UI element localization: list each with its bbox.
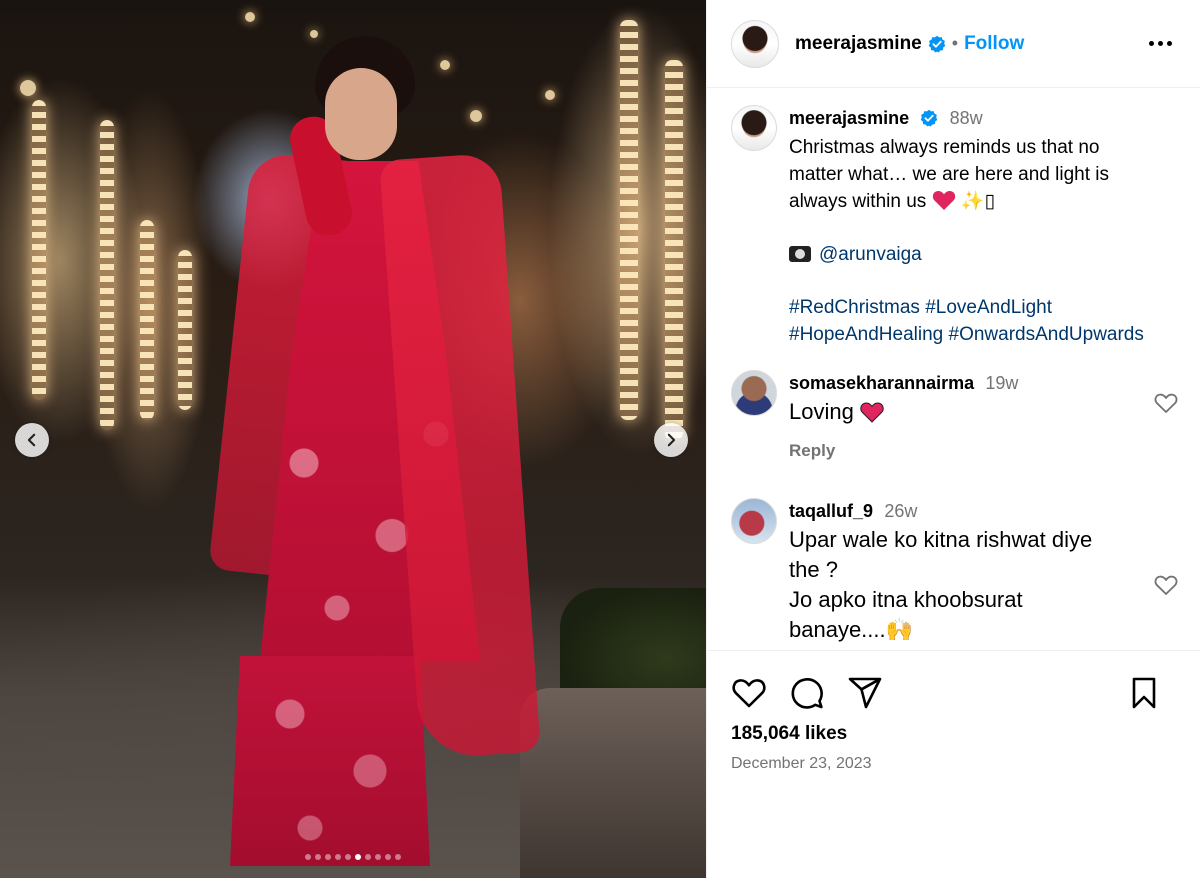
red-heart-emoji — [932, 190, 955, 210]
comment-button[interactable] — [789, 675, 825, 711]
commenter-avatar[interactable] — [731, 370, 777, 416]
more-icon-dot — [1157, 41, 1163, 46]
author-avatar[interactable] — [731, 19, 779, 68]
light-strand — [100, 120, 114, 430]
author-avatar[interactable] — [731, 105, 777, 151]
sparkles-emoji: ✨ — [960, 191, 985, 212]
comment-text: Loving — [789, 397, 1176, 427]
unsupported-glyph: ▯ — [984, 191, 995, 212]
light-strand — [665, 60, 683, 440]
carousel-dot — [355, 854, 361, 860]
chevron-left-icon — [27, 433, 36, 447]
comment-timestamp: 26w — [884, 501, 918, 521]
bokeh-light — [20, 80, 36, 96]
heart-icon[interactable] — [1154, 574, 1178, 596]
light-strand — [140, 220, 154, 420]
post-header: meerajasmine • Follow — [707, 0, 1200, 88]
caption-line: Christmas always reminds us that no — [789, 137, 1100, 158]
comment-line: the ? — [789, 557, 838, 582]
carousel-dot — [375, 854, 381, 860]
face — [325, 68, 397, 160]
woman-in-red-dress — [208, 36, 541, 866]
carousel-dot — [305, 854, 311, 860]
bokeh-light — [245, 12, 255, 22]
verified-badge-icon — [928, 35, 946, 52]
red-heart-emoji — [860, 402, 884, 423]
action-bar — [731, 651, 1176, 729]
more-icon-dot — [1166, 41, 1172, 46]
post-image[interactable] — [0, 0, 706, 878]
heart-icon — [732, 679, 766, 708]
carousel-dot — [325, 854, 331, 860]
verified-badge-icon — [921, 109, 938, 127]
carousel-dot — [345, 854, 351, 860]
light-strand — [620, 20, 638, 420]
caption-entry: meerajasmine 88w Christmas always remind… — [707, 89, 1200, 348]
comment-text-content: Loving — [789, 399, 854, 424]
more-icon — [1148, 41, 1154, 46]
carousel-indicator — [0, 854, 706, 860]
share-button[interactable] — [847, 675, 883, 711]
chevron-right-icon — [667, 433, 676, 447]
comment-line: Jo apko itna khoobsurat — [789, 587, 1023, 612]
caption-text: Christmas always reminds us that no matt… — [789, 134, 1176, 348]
comment-line: Upar wale ko kitna rishwat diye — [789, 527, 1093, 552]
commenter-avatar[interactable] — [731, 498, 777, 544]
author-username[interactable]: meerajasmine — [795, 33, 922, 55]
light-strand — [178, 250, 192, 410]
carousel-dot — [385, 854, 391, 860]
bookmark-icon — [1132, 677, 1156, 709]
photo-credit: @arunvaiga — [789, 241, 1176, 268]
commenter-username[interactable]: somasekharannairma — [789, 373, 974, 393]
post-actions: 185,064 likes December 23, 2023 — [707, 650, 1200, 773]
likes-count[interactable]: 185,064 likes — [731, 723, 1176, 745]
comment-icon — [791, 678, 823, 709]
comment-item: somasekharannairma 19w Loving Reply — [707, 348, 1200, 464]
caption-line-text: always within us — [789, 191, 927, 212]
share-icon — [848, 677, 882, 709]
comment-text: Upar wale ko kitna rishwat diye the ? Jo… — [789, 525, 1176, 645]
previous-slide-button[interactable] — [15, 423, 49, 457]
hashtags-line[interactable]: #RedChristmas #LoveAndLight — [789, 294, 1176, 321]
curb — [520, 688, 706, 878]
bokeh-light — [545, 90, 555, 100]
post-details-panel: meerajasmine • Follow meerajasmine 88w C… — [706, 0, 1200, 878]
reply-button[interactable]: Reply — [789, 437, 1176, 464]
comments-section[interactable]: meerajasmine 88w Christmas always remind… — [707, 89, 1200, 649]
carousel-dot — [315, 854, 321, 860]
follow-button[interactable]: Follow — [964, 33, 1024, 55]
caption-timestamp[interactable]: 88w — [950, 108, 983, 128]
next-slide-button[interactable] — [654, 423, 688, 457]
carousel-dot — [335, 854, 341, 860]
commenter-username[interactable]: taqalluf_9 — [789, 501, 873, 521]
comment-line-text: banaye.... — [789, 617, 886, 642]
comment-timestamp: 19w — [985, 373, 1019, 393]
comment-line: banaye....🙌 — [789, 615, 1176, 645]
hashtags-line[interactable]: #HopeAndHealing #OnwardsAndUpwards — [789, 321, 1176, 348]
light-strand — [32, 100, 46, 400]
camera-icon — [789, 246, 811, 262]
caption-username[interactable]: meerajasmine — [789, 108, 909, 128]
caption-line: always within us ✨▯ — [789, 188, 1176, 215]
post-date[interactable]: December 23, 2023 — [731, 755, 1176, 773]
save-button[interactable] — [1126, 675, 1162, 711]
separator-dot: • — [951, 33, 959, 53]
floral-print — [230, 676, 430, 866]
carousel-dot — [365, 854, 371, 860]
carousel-dot — [395, 854, 401, 860]
comment-item: taqalluf_9 26w Upar wale ko kitna rishwa… — [707, 464, 1200, 645]
mention-link[interactable]: @arunvaiga — [819, 244, 922, 265]
caption-line: matter what… we are here and light is — [789, 164, 1109, 185]
heart-icon[interactable] — [1154, 392, 1178, 414]
like-button[interactable] — [731, 675, 767, 711]
more-options-button[interactable] — [1144, 32, 1176, 56]
raising-hands-emoji: 🙌 — [885, 617, 914, 642]
instagram-post: meerajasmine • Follow meerajasmine 88w C… — [0, 0, 1200, 878]
